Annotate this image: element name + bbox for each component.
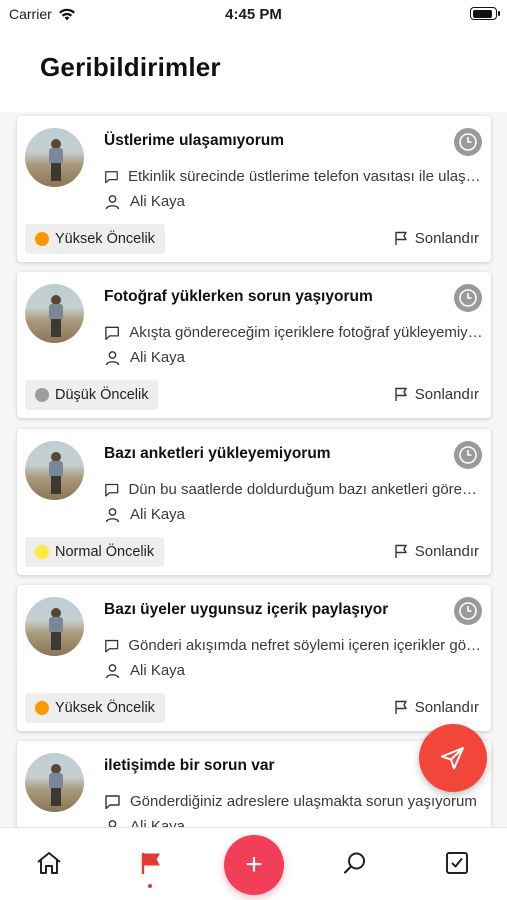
priority-dot <box>35 701 49 715</box>
comment-icon <box>105 794 120 809</box>
feedback-title: iletişimde bir sorun var <box>104 757 275 774</box>
status-time: 4:45 PM <box>225 6 282 23</box>
feedback-card[interactable]: Üstlerime ulaşamıyorum Etkinlik sürecind… <box>17 116 491 262</box>
avatar <box>25 597 84 656</box>
user-icon <box>105 194 120 209</box>
user-icon <box>105 350 120 365</box>
add-button[interactable]: + <box>224 835 284 895</box>
priority-dot <box>35 388 49 402</box>
comment-icon <box>105 639 119 653</box>
status-bar: Carrier 4:45 PM <box>0 0 507 30</box>
comment-icon <box>105 326 119 340</box>
add-icon: + <box>245 848 263 881</box>
feedback-user: Ali Kaya <box>104 193 484 210</box>
flag-icon <box>141 853 160 874</box>
finish-button[interactable]: Sonlandır <box>394 230 479 247</box>
page-title: Geribildirimler <box>40 52 221 82</box>
avatar <box>25 128 84 187</box>
feedback-user: Ali Kaya <box>104 349 484 366</box>
avatar <box>25 441 84 500</box>
avatar <box>25 284 84 343</box>
finish-button[interactable]: Sonlandır <box>394 386 479 403</box>
feedback-list[interactable]: Üstlerime ulaşamıyorum Etkinlik sürecind… <box>0 112 507 827</box>
feedback-title: Bazı anketleri yükleyemiyorum <box>104 445 331 462</box>
tab-search[interactable] <box>340 848 370 878</box>
finish-button[interactable]: Sonlandır <box>394 699 479 716</box>
tab-tasks[interactable] <box>442 848 472 878</box>
feedback-card[interactable]: Bazı anketleri yükleyemiyorum Dün bu saa… <box>17 429 491 575</box>
send-icon <box>441 747 464 770</box>
feedback-card[interactable]: Fotoğraf yüklerken sorun yaşıyorum Akışt… <box>17 272 491 418</box>
feedback-description: Gönderi akışımda nefret söylemi içeren i… <box>104 637 484 654</box>
clock-icon[interactable] <box>454 284 482 312</box>
priority-badge: Yüksek Öncelik <box>25 224 165 254</box>
battery-icon <box>470 7 500 20</box>
priority-dot <box>35 232 49 246</box>
feedback-title: Bazı üyeler uygunsuz içerik paylaşıyor <box>104 601 389 618</box>
tab-feedback[interactable] <box>136 848 166 878</box>
avatar <box>25 753 84 812</box>
feedback-title: Üstlerime ulaşamıyorum <box>104 132 285 149</box>
feedback-description: Dün bu saatlerde doldurduğum bazı anketl… <box>104 481 484 498</box>
clock-icon[interactable] <box>454 128 482 156</box>
priority-dot <box>35 545 49 559</box>
feedback-description: Akışta göndereceğim içeriklere fotoğraf … <box>104 324 484 341</box>
home-icon <box>37 852 61 874</box>
tab-bar: + <box>0 827 507 900</box>
feedback-description: Gönderdiğiniz adreslere ulaşmakta sorun … <box>104 793 484 810</box>
checkbox-icon <box>446 852 468 874</box>
send-fab-button[interactable] <box>419 724 487 792</box>
clock-icon[interactable] <box>454 597 482 625</box>
feedback-user: Ali Kaya <box>104 662 484 679</box>
user-icon <box>105 663 120 678</box>
flag-icon <box>395 544 407 558</box>
feedback-description: Etkinlik sürecinde üstlerime telefon vas… <box>104 168 484 185</box>
feedback-user: Ali Kaya <box>104 818 484 827</box>
flag-icon <box>395 387 407 401</box>
user-icon <box>108 819 117 827</box>
search-icon <box>343 852 365 874</box>
feedback-title: Fotoğraf yüklerken sorun yaşıyorum <box>104 288 373 305</box>
feedback-user: Ali Kaya <box>104 506 484 523</box>
priority-badge: Düşük Öncelik <box>25 380 159 410</box>
active-tab-indicator <box>148 884 152 888</box>
user-icon <box>105 507 120 522</box>
flag-icon <box>395 700 407 714</box>
comment-icon <box>105 483 119 497</box>
priority-badge: Yüksek Öncelik <box>25 693 165 723</box>
clock-icon[interactable] <box>454 441 482 469</box>
tab-home[interactable] <box>34 848 64 878</box>
finish-button[interactable]: Sonlandır <box>394 543 479 560</box>
feedback-card[interactable]: Bazı üyeler uygunsuz içerik paylaşıyor G… <box>17 585 491 731</box>
comment-icon <box>105 170 118 183</box>
flag-icon <box>395 231 407 245</box>
priority-badge: Normal Öncelik <box>25 537 165 567</box>
